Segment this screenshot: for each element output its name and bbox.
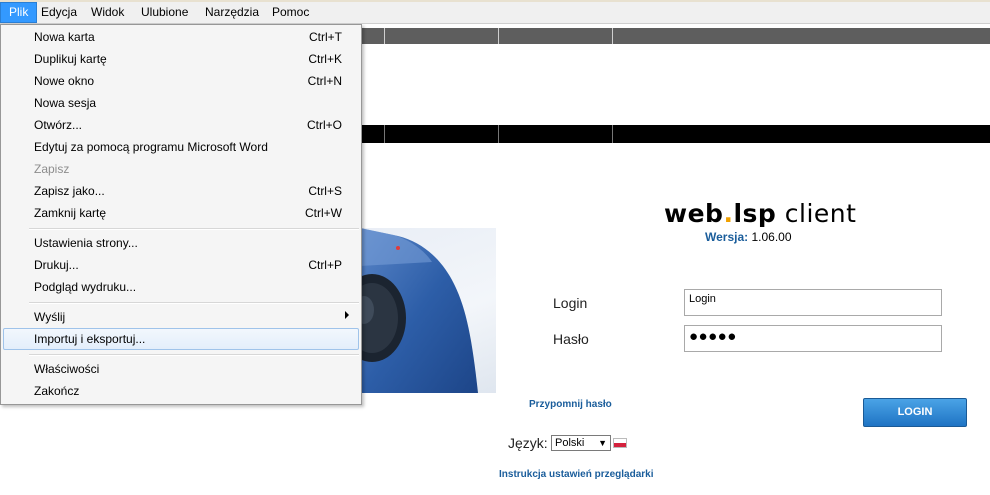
menu-item-label: Zapisz jako... [34, 184, 105, 198]
logo-client-text: client [784, 199, 857, 228]
black-bar-divider [612, 125, 613, 143]
header-gray-bar [360, 28, 990, 44]
menu-item-label: Nowa sesja [34, 96, 97, 110]
menu-item-label: Zapisz [34, 162, 70, 176]
file-menu-dropdown: Nowa karta Ctrl+T Duplikuj kartę Ctrl+K … [0, 24, 362, 405]
gray-bar-divider [498, 28, 499, 44]
menu-item-duplicate-tab[interactable]: Duplikuj kartę Ctrl+K [3, 48, 359, 70]
menu-item-label: Importuj i eksportuj... [34, 332, 146, 346]
logo-web: web [664, 199, 724, 228]
password-label: Hasło [553, 331, 589, 347]
menu-item-label: Zamknij kartę [34, 206, 107, 220]
menu-pomoc[interactable]: Pomoc [264, 2, 317, 23]
menu-item-label: Duplikuj kartę [34, 52, 107, 66]
menu-item-new-window[interactable]: Nowe okno Ctrl+N [3, 70, 359, 92]
login-button[interactable]: LOGIN [863, 398, 967, 427]
menu-item-import-export[interactable]: Importuj i eksportuj... [3, 328, 359, 350]
menu-item-edit-in-word[interactable]: Edytuj za pomocą programu Microsoft Word [3, 136, 359, 158]
language-select[interactable]: Polski ▼ [551, 435, 611, 451]
menu-item-label: Wyślij [34, 310, 66, 324]
menu-item-exit[interactable]: Zakończ [3, 380, 359, 402]
menu-item-shortcut: Ctrl+N [307, 74, 342, 88]
menu-item-label: Ustawienia strony... [34, 236, 138, 250]
chevron-down-icon: ▼ [598, 438, 607, 448]
menu-separator [29, 302, 359, 304]
menu-item-label: Podgląd wydruku... [34, 280, 137, 294]
menu-item-print[interactable]: Drukuj... Ctrl+P [3, 254, 359, 276]
menu-item-new-session[interactable]: Nowa sesja [3, 92, 359, 114]
device-image [360, 228, 496, 393]
logo-lsp: lsp [733, 199, 777, 228]
menu-item-page-setup[interactable]: Ustawienia strony... [3, 232, 359, 254]
app-logo: web.lsp client [664, 199, 856, 228]
browser-settings-instructions-link[interactable]: Instrukcja ustawień przeglądarki [499, 469, 654, 480]
logo-client: client [776, 199, 856, 228]
menu-item-properties[interactable]: Właściwości [3, 358, 359, 380]
language-select-value: Polski [555, 437, 585, 449]
menu-item-label: Nowe okno [34, 74, 95, 88]
menu-separator [29, 228, 359, 230]
version-value: 1.06.00 [751, 230, 792, 244]
menu-item-shortcut: Ctrl+W [305, 206, 342, 220]
menu-item-shortcut: Ctrl+O [306, 118, 342, 132]
menu-narzedzia[interactable]: Narzędzia [197, 2, 267, 23]
menu-widok[interactable]: Widok [83, 2, 132, 23]
menu-item-close-tab[interactable]: Zamknij kartę Ctrl+W [3, 202, 359, 224]
menu-plik[interactable]: Plik [0, 2, 38, 23]
login-input[interactable]: Login [684, 289, 942, 316]
version-info: Wersja: 1.06.00 [705, 230, 792, 244]
menu-item-shortcut: Ctrl+K [308, 52, 342, 66]
menu-item-label: Edytuj za pomocą programu Microsoft Word [34, 140, 268, 154]
menu-item-print-preview[interactable]: Podgląd wydruku... [3, 276, 359, 298]
gray-bar-divider [384, 28, 385, 44]
password-input[interactable]: ●●●●● [684, 325, 942, 352]
menu-item-send[interactable]: Wyślij [3, 306, 359, 328]
menu-item-shortcut: Ctrl+P [308, 258, 342, 272]
header-black-bar [360, 125, 990, 143]
menu-bar: Plik Edycja Widok Ulubione Narzędzia Pom… [0, 0, 990, 24]
menu-item-label: Właściwości [34, 362, 100, 376]
menu-edycja[interactable]: Edycja [33, 2, 85, 23]
menu-item-shortcut: Ctrl+S [308, 184, 342, 198]
menu-ulubione[interactable]: Ulubione [133, 2, 196, 23]
menu-item-new-tab[interactable]: Nowa karta Ctrl+T [3, 26, 359, 48]
remind-password-link[interactable]: Przypomnij hasło [529, 399, 612, 410]
menu-item-save-as[interactable]: Zapisz jako... Ctrl+S [3, 180, 359, 202]
polish-flag-icon [613, 438, 627, 448]
version-label: Wersja: [705, 230, 749, 244]
login-label: Login [553, 295, 588, 311]
menu-item-shortcut: Ctrl+T [309, 30, 342, 44]
black-bar-divider [498, 125, 499, 143]
menu-item-label: Nowa karta [34, 30, 95, 44]
gray-bar-divider [612, 28, 613, 44]
menu-item-open[interactable]: Otwórz... Ctrl+O [3, 114, 359, 136]
menu-item-save: Zapisz [3, 158, 359, 180]
menu-separator [29, 354, 359, 356]
logo-dot: . [723, 199, 734, 228]
language-label: Język: [508, 435, 548, 451]
device-illustration [360, 228, 478, 393]
black-bar-divider [384, 125, 385, 143]
menu-item-label: Otwórz... [34, 118, 83, 132]
menu-item-label: Drukuj... [34, 258, 79, 272]
menu-item-label: Zakończ [34, 384, 80, 398]
submenu-arrow-icon [345, 311, 349, 319]
